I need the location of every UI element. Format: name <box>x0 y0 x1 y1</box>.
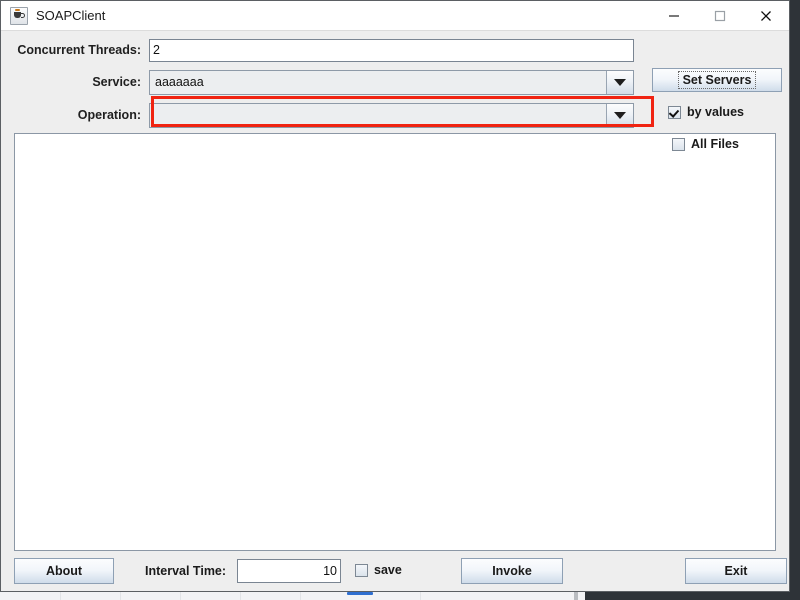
invoke-button[interactable]: Invoke <box>461 558 563 584</box>
minimize-icon[interactable] <box>651 1 697 30</box>
concurrent-threads-label: Concurrent Threads: <box>17 43 141 57</box>
exit-button[interactable]: Exit <box>685 558 787 584</box>
soapclient-window: SOAPClient Concurrent Threads: Service: … <box>0 0 790 592</box>
all-files-checkbox[interactable]: All Files <box>672 137 739 151</box>
checkbox-icon <box>355 563 368 577</box>
set-servers-button-label: Set Servers <box>677 71 757 89</box>
chevron-down-icon[interactable] <box>606 103 633 127</box>
operation-combobox[interactable] <box>149 102 634 128</box>
taskbar-active-indicator <box>347 592 373 595</box>
interval-time-label: Interval Time: <box>145 564 227 578</box>
all-files-label: All Files <box>691 137 739 151</box>
checkbox-icon <box>668 105 681 119</box>
set-servers-button[interactable]: Set Servers <box>652 68 782 92</box>
output-textarea[interactable] <box>14 133 776 551</box>
maximize-icon[interactable] <box>697 1 743 30</box>
title-bar: SOAPClient <box>1 1 789 31</box>
invoke-button-label: Invoke <box>492 564 532 578</box>
concurrent-threads-row: Concurrent Threads: <box>1 37 789 63</box>
about-button-label: About <box>45 564 83 578</box>
service-combobox[interactable]: aaaaaaa <box>149 69 634 95</box>
exit-button-label: Exit <box>724 564 748 578</box>
operation-label: Operation: <box>77 108 141 122</box>
chevron-down-icon[interactable] <box>606 70 633 94</box>
bottom-toolbar: About Interval Time: save Invoke Exit <box>1 551 789 591</box>
checkbox-icon <box>672 137 685 151</box>
operation-combobox-value <box>150 103 606 127</box>
window-title: SOAPClient <box>36 8 106 23</box>
close-icon[interactable] <box>743 1 789 30</box>
service-label: Service: <box>92 75 141 89</box>
about-button[interactable]: About <box>14 558 114 584</box>
by-values-label: by values <box>687 105 744 119</box>
concurrent-threads-input[interactable] <box>149 38 634 62</box>
java-cup-icon <box>10 6 28 25</box>
by-values-checkbox[interactable]: by values <box>668 105 744 119</box>
save-checkbox[interactable]: save <box>355 563 402 577</box>
save-label: save <box>374 563 402 577</box>
interval-time-input[interactable] <box>237 559 341 583</box>
form-panel: Concurrent Threads: Service: aaaaaaa Ope… <box>1 31 789 151</box>
service-combobox-value: aaaaaaa <box>150 70 606 94</box>
